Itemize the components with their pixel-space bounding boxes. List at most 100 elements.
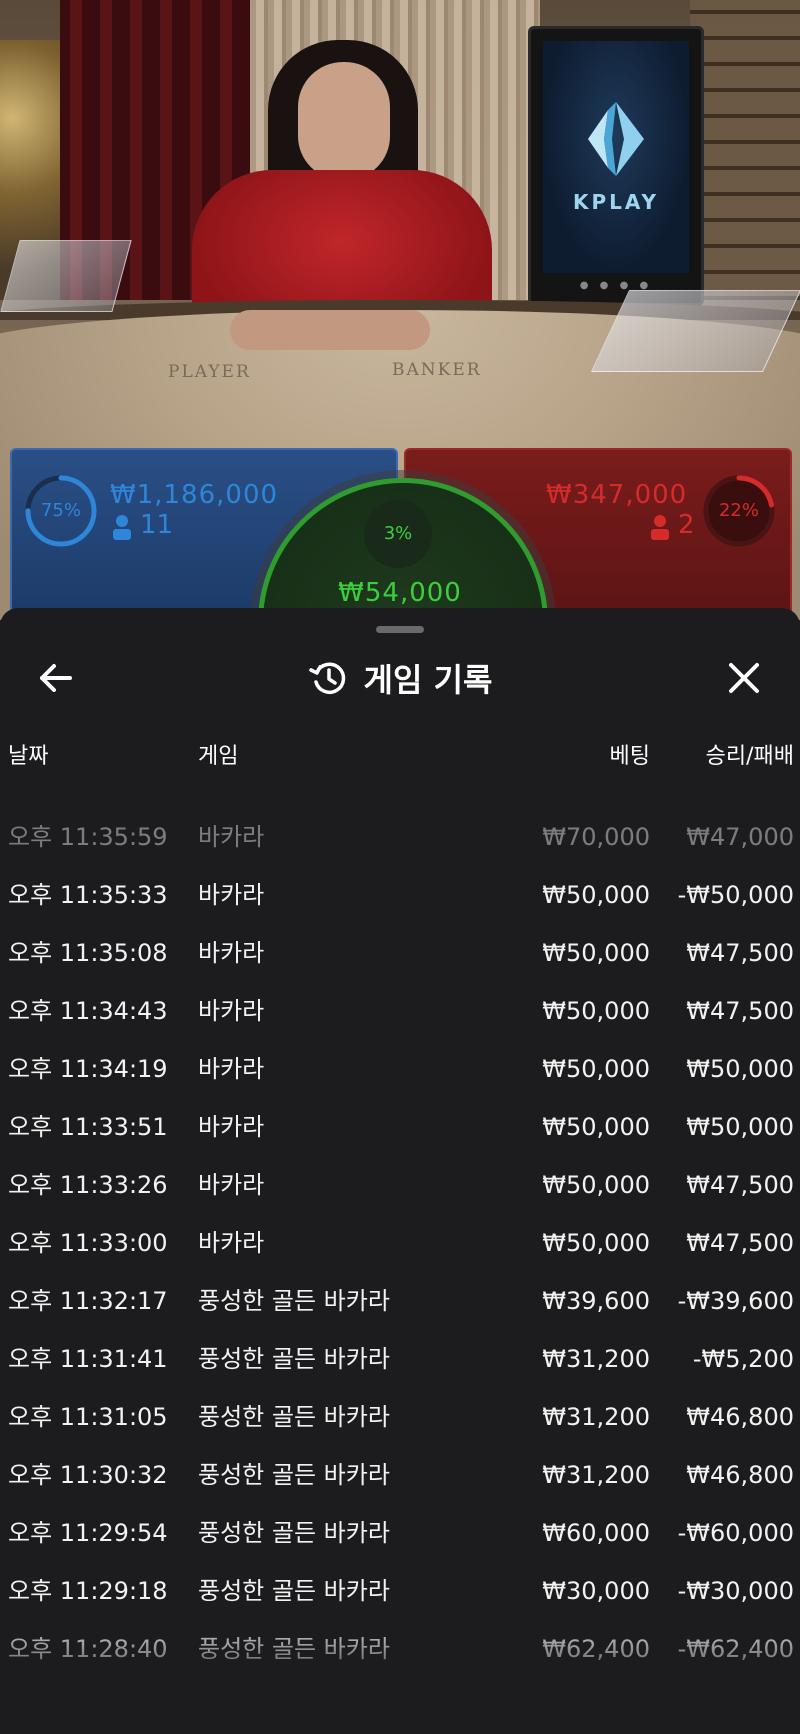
row-result: ₩47,500 bbox=[686, 1171, 794, 1199]
sheet-title: 게임 기록 bbox=[363, 661, 493, 699]
row-time: 오후 11:30:32 bbox=[8, 1461, 168, 1489]
row-time: 오후 11:35:08 bbox=[8, 939, 168, 967]
history-icon bbox=[308, 662, 345, 695]
history-row[interactable]: 오후 11:35:33 바카라 ₩50,000 -₩50,000 bbox=[0, 866, 800, 924]
history-row[interactable]: 오후 11:29:54 풍성한 골든 바카라 ₩60,000 -₩60,000 bbox=[0, 1504, 800, 1562]
history-row[interactable]: 오후 11:35:08 바카라 ₩50,000 ₩47,500 bbox=[0, 924, 800, 982]
row-game: 바카라 bbox=[198, 1055, 265, 1083]
history-row[interactable]: 오후 11:30:32 풍성한 골든 바카라 ₩31,200 ₩46,800 bbox=[0, 1446, 800, 1504]
row-bet: ₩30,000 bbox=[542, 1577, 650, 1605]
row-time: 오후 11:31:05 bbox=[8, 1403, 168, 1431]
row-game: 풍성한 골든 바카라 bbox=[198, 1345, 390, 1373]
row-bet: ₩62,400 bbox=[542, 1635, 650, 1663]
row-bet: ₩39,600 bbox=[542, 1287, 650, 1315]
row-time: 오후 11:34:19 bbox=[8, 1055, 168, 1083]
history-row[interactable]: 오후 11:29:18 풍성한 골든 바카라 ₩30,000 -₩30,000 bbox=[0, 1562, 800, 1620]
row-result: -₩30,000 bbox=[677, 1577, 794, 1605]
row-game: 바카라 bbox=[198, 823, 265, 851]
history-row[interactable]: 오후 11:33:00 바카라 ₩50,000 ₩47,500 bbox=[0, 1214, 800, 1272]
row-time: 오후 11:35:59 bbox=[8, 823, 168, 851]
row-game: 풍성한 골든 바카라 bbox=[198, 1635, 390, 1663]
tie-percent: 3% bbox=[364, 500, 432, 568]
row-game: 바카라 bbox=[198, 1113, 265, 1141]
row-time: 오후 11:35:33 bbox=[8, 881, 168, 909]
banker-bettor-count: 2 bbox=[678, 510, 695, 540]
kplay-logo-icon bbox=[588, 102, 644, 176]
row-time: 오후 11:28:40 bbox=[8, 1635, 168, 1663]
row-time: 오후 11:29:54 bbox=[8, 1519, 168, 1547]
row-time: 오후 11:33:51 bbox=[8, 1113, 168, 1141]
history-row[interactable]: 오후 11:31:41 풍성한 골든 바카라 ₩31,200 -₩5,200 bbox=[0, 1330, 800, 1388]
row-bet: ₩50,000 bbox=[542, 1229, 650, 1257]
row-time: 오후 11:32:17 bbox=[8, 1287, 168, 1315]
history-row[interactable]: 오후 11:31:05 풍성한 골든 바카라 ₩31,200 ₩46,800 bbox=[0, 1388, 800, 1446]
column-header-date[interactable]: 날짜 bbox=[8, 738, 48, 770]
close-button[interactable] bbox=[718, 652, 770, 704]
row-time: 오후 11:34:43 bbox=[8, 997, 168, 1025]
row-result: ₩46,800 bbox=[686, 1403, 794, 1431]
row-bet: ₩50,000 bbox=[542, 1113, 650, 1141]
row-bet: ₩50,000 bbox=[542, 1171, 650, 1199]
row-result: -₩62,400 bbox=[677, 1635, 794, 1663]
row-bet: ₩31,200 bbox=[542, 1461, 650, 1489]
row-result: ₩50,000 bbox=[686, 1055, 794, 1083]
row-game: 풍성한 골든 바카라 bbox=[198, 1461, 390, 1489]
player-percent: 75% bbox=[40, 500, 81, 521]
wooden-lattice bbox=[690, 0, 800, 300]
row-game: 바카라 bbox=[198, 881, 265, 909]
row-bet: ₩60,000 bbox=[542, 1519, 650, 1547]
row-time: 오후 11:29:18 bbox=[8, 1577, 168, 1605]
row-time: 오후 11:33:00 bbox=[8, 1229, 168, 1257]
row-bet: ₩50,000 bbox=[542, 997, 650, 1025]
row-result: ₩46,800 bbox=[686, 1461, 794, 1489]
row-result: -₩39,600 bbox=[677, 1287, 794, 1315]
person-icon bbox=[651, 515, 669, 540]
felt-player-label: PLAYER bbox=[168, 362, 251, 382]
felt-banker-label: BANKER bbox=[392, 360, 482, 380]
row-game: 풍성한 골든 바카라 bbox=[198, 1577, 390, 1605]
column-header-result[interactable]: 승리/패배 bbox=[706, 738, 794, 770]
history-row[interactable]: 오후 11:34:43 바카라 ₩50,000 ₩47,500 bbox=[0, 982, 800, 1040]
row-result: -₩50,000 bbox=[677, 881, 794, 909]
dealer-face bbox=[298, 62, 390, 180]
history-row[interactable]: 오후 11:28:40 풍성한 골든 바카라 ₩62,400 -₩62,400 bbox=[0, 1620, 800, 1678]
person-icon bbox=[113, 515, 131, 540]
row-result: ₩47,500 bbox=[686, 997, 794, 1025]
row-game: 바카라 bbox=[198, 939, 265, 967]
row-bet: ₩50,000 bbox=[542, 939, 650, 967]
monitor-brand: KPLAY bbox=[573, 190, 659, 214]
player-bet-amount: ₩1,186,000 bbox=[110, 480, 279, 510]
close-icon bbox=[729, 663, 759, 693]
card-shoe bbox=[0, 240, 132, 312]
row-result: -₩60,000 bbox=[677, 1519, 794, 1547]
history-row[interactable]: 오후 11:33:26 바카라 ₩50,000 ₩47,500 bbox=[0, 1156, 800, 1214]
row-result: ₩47,500 bbox=[686, 939, 794, 967]
history-row[interactable]: 오후 11:32:17 풍성한 골든 바카라 ₩39,600 -₩39,600 bbox=[0, 1272, 800, 1330]
banker-bet-amount: ₩347,000 bbox=[546, 480, 688, 510]
row-bet: ₩31,200 bbox=[542, 1403, 650, 1431]
column-header-game[interactable]: 게임 bbox=[198, 738, 238, 770]
sheet-header: 게임 기록 bbox=[0, 652, 800, 704]
row-bet: ₩31,200 bbox=[542, 1345, 650, 1373]
column-header-bet[interactable]: 베팅 bbox=[610, 738, 650, 770]
row-time: 오후 11:33:26 bbox=[8, 1171, 168, 1199]
kplay-monitor: KPLAY ● ● ● ● bbox=[528, 26, 704, 306]
history-row[interactable]: 오후 11:33:51 바카라 ₩50,000 ₩50,000 bbox=[0, 1098, 800, 1156]
row-result: ₩47,000 bbox=[686, 823, 794, 851]
row-time: 오후 11:31:41 bbox=[8, 1345, 168, 1373]
banker-percent: 22% bbox=[718, 500, 759, 521]
row-game: 바카라 bbox=[198, 1229, 265, 1257]
drag-handle[interactable] bbox=[376, 626, 424, 633]
dealer-hands bbox=[230, 310, 430, 350]
row-game: 풍성한 골든 바카라 bbox=[198, 1287, 390, 1315]
row-result: ₩50,000 bbox=[686, 1113, 794, 1141]
player-bettor-count: 11 bbox=[140, 510, 174, 540]
history-row[interactable]: 오후 11:35:59 바카라 ₩70,000 ₩47,000 bbox=[0, 808, 800, 866]
row-result: ₩47,500 bbox=[686, 1229, 794, 1257]
row-bet: ₩70,000 bbox=[542, 823, 650, 851]
row-game: 바카라 bbox=[198, 1171, 265, 1199]
row-game: 바카라 bbox=[198, 997, 265, 1025]
row-bet: ₩50,000 bbox=[542, 881, 650, 909]
history-list[interactable]: 오후 11:35:59 바카라 ₩70,000 ₩47,000 오후 11:35:33 바… bbox=[0, 778, 800, 1734]
history-row[interactable]: 오후 11:34:19 바카라 ₩50,000 ₩50,000 bbox=[0, 1040, 800, 1098]
